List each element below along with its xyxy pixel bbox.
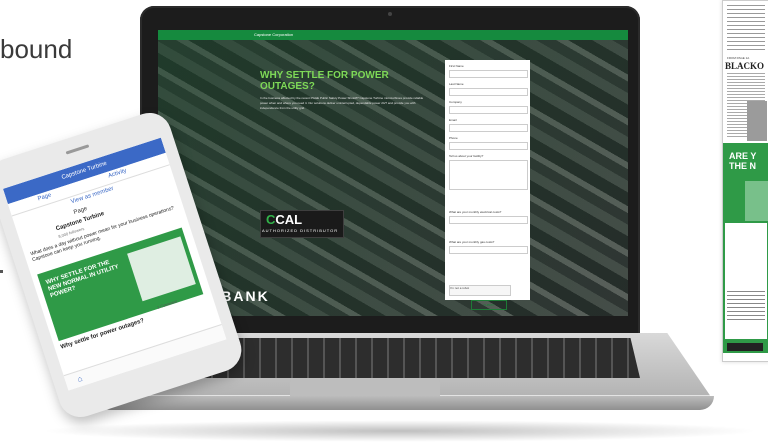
- brochure-green-headline: ARE Y THE N: [729, 151, 757, 171]
- last-name-field[interactable]: [449, 88, 528, 96]
- site-logo[interactable]: Capstone Corporation: [254, 32, 293, 37]
- laptop-shadow: [40, 420, 760, 442]
- brochure-logo: [727, 343, 763, 351]
- electrical-cost-field[interactable]: [449, 216, 528, 224]
- email-field[interactable]: [449, 124, 528, 132]
- site-header-bar: [158, 30, 628, 40]
- brochure-white-panel: [725, 223, 767, 339]
- brochure-subhead: FROM PAGE 1A: [727, 56, 750, 60]
- brochure-small-text: [727, 291, 765, 321]
- gas-cost-field[interactable]: [449, 246, 528, 254]
- laptop-screen: Capstone Corporation WHY SETTLE FOR POWE…: [158, 30, 628, 316]
- facility-textarea[interactable]: [449, 160, 528, 190]
- electrical-cost-label: What are your monthly electrical costs?: [449, 210, 502, 214]
- phone-speaker: [65, 144, 90, 155]
- brochure-headline: BLACKO: [725, 61, 765, 71]
- phone-field[interactable]: [449, 142, 528, 150]
- phone-label: Phone: [449, 136, 458, 140]
- webcam: [388, 12, 392, 16]
- microturbine-image: [127, 236, 196, 302]
- company-field[interactable]: [449, 106, 528, 114]
- hero-body: In the business affected by the recent P…: [260, 96, 424, 110]
- ad-headline: WHY SETTLE FOR THE NEW NORMAL IN UTILITY…: [45, 259, 120, 300]
- brochure-text-lines: [727, 5, 765, 53]
- cal-subtitle: AUTHORIZED DISTRIBUTOR: [262, 228, 339, 233]
- first-name-label: First Name: [449, 64, 464, 68]
- last-name-label: Last Name: [449, 82, 464, 86]
- facility-label: Tell us about your facility?: [449, 154, 484, 158]
- cal-logo: CCAL: [266, 212, 303, 227]
- company-label: Company: [449, 100, 462, 104]
- laptop-base-front: [96, 396, 714, 410]
- hero-title: WHY SETTLE FOR POWER OUTAGES?: [260, 70, 389, 92]
- page-label: Page: [73, 205, 89, 216]
- gas-cost-label: What are your monthly gas costs?: [449, 240, 495, 244]
- submit-button[interactable]: SUBMIT: [471, 300, 507, 310]
- left-dot: [0, 270, 3, 273]
- first-name-field[interactable]: [449, 70, 528, 78]
- captcha-box[interactable]: I'm not a robot: [449, 285, 511, 296]
- power-tower-image: [745, 181, 768, 221]
- left-heading-fragment: bound: [0, 34, 73, 64]
- home-icon[interactable]: ⌂: [76, 374, 83, 384]
- tab-page[interactable]: Page: [37, 192, 52, 202]
- contact-form: First Name Last Name Company Email Phone…: [445, 60, 530, 310]
- print-brochure: FROM PAGE 1A BLACKO ARE Y THE N: [722, 0, 768, 362]
- email-label: Email: [449, 118, 457, 122]
- brochure-photo: [747, 101, 767, 141]
